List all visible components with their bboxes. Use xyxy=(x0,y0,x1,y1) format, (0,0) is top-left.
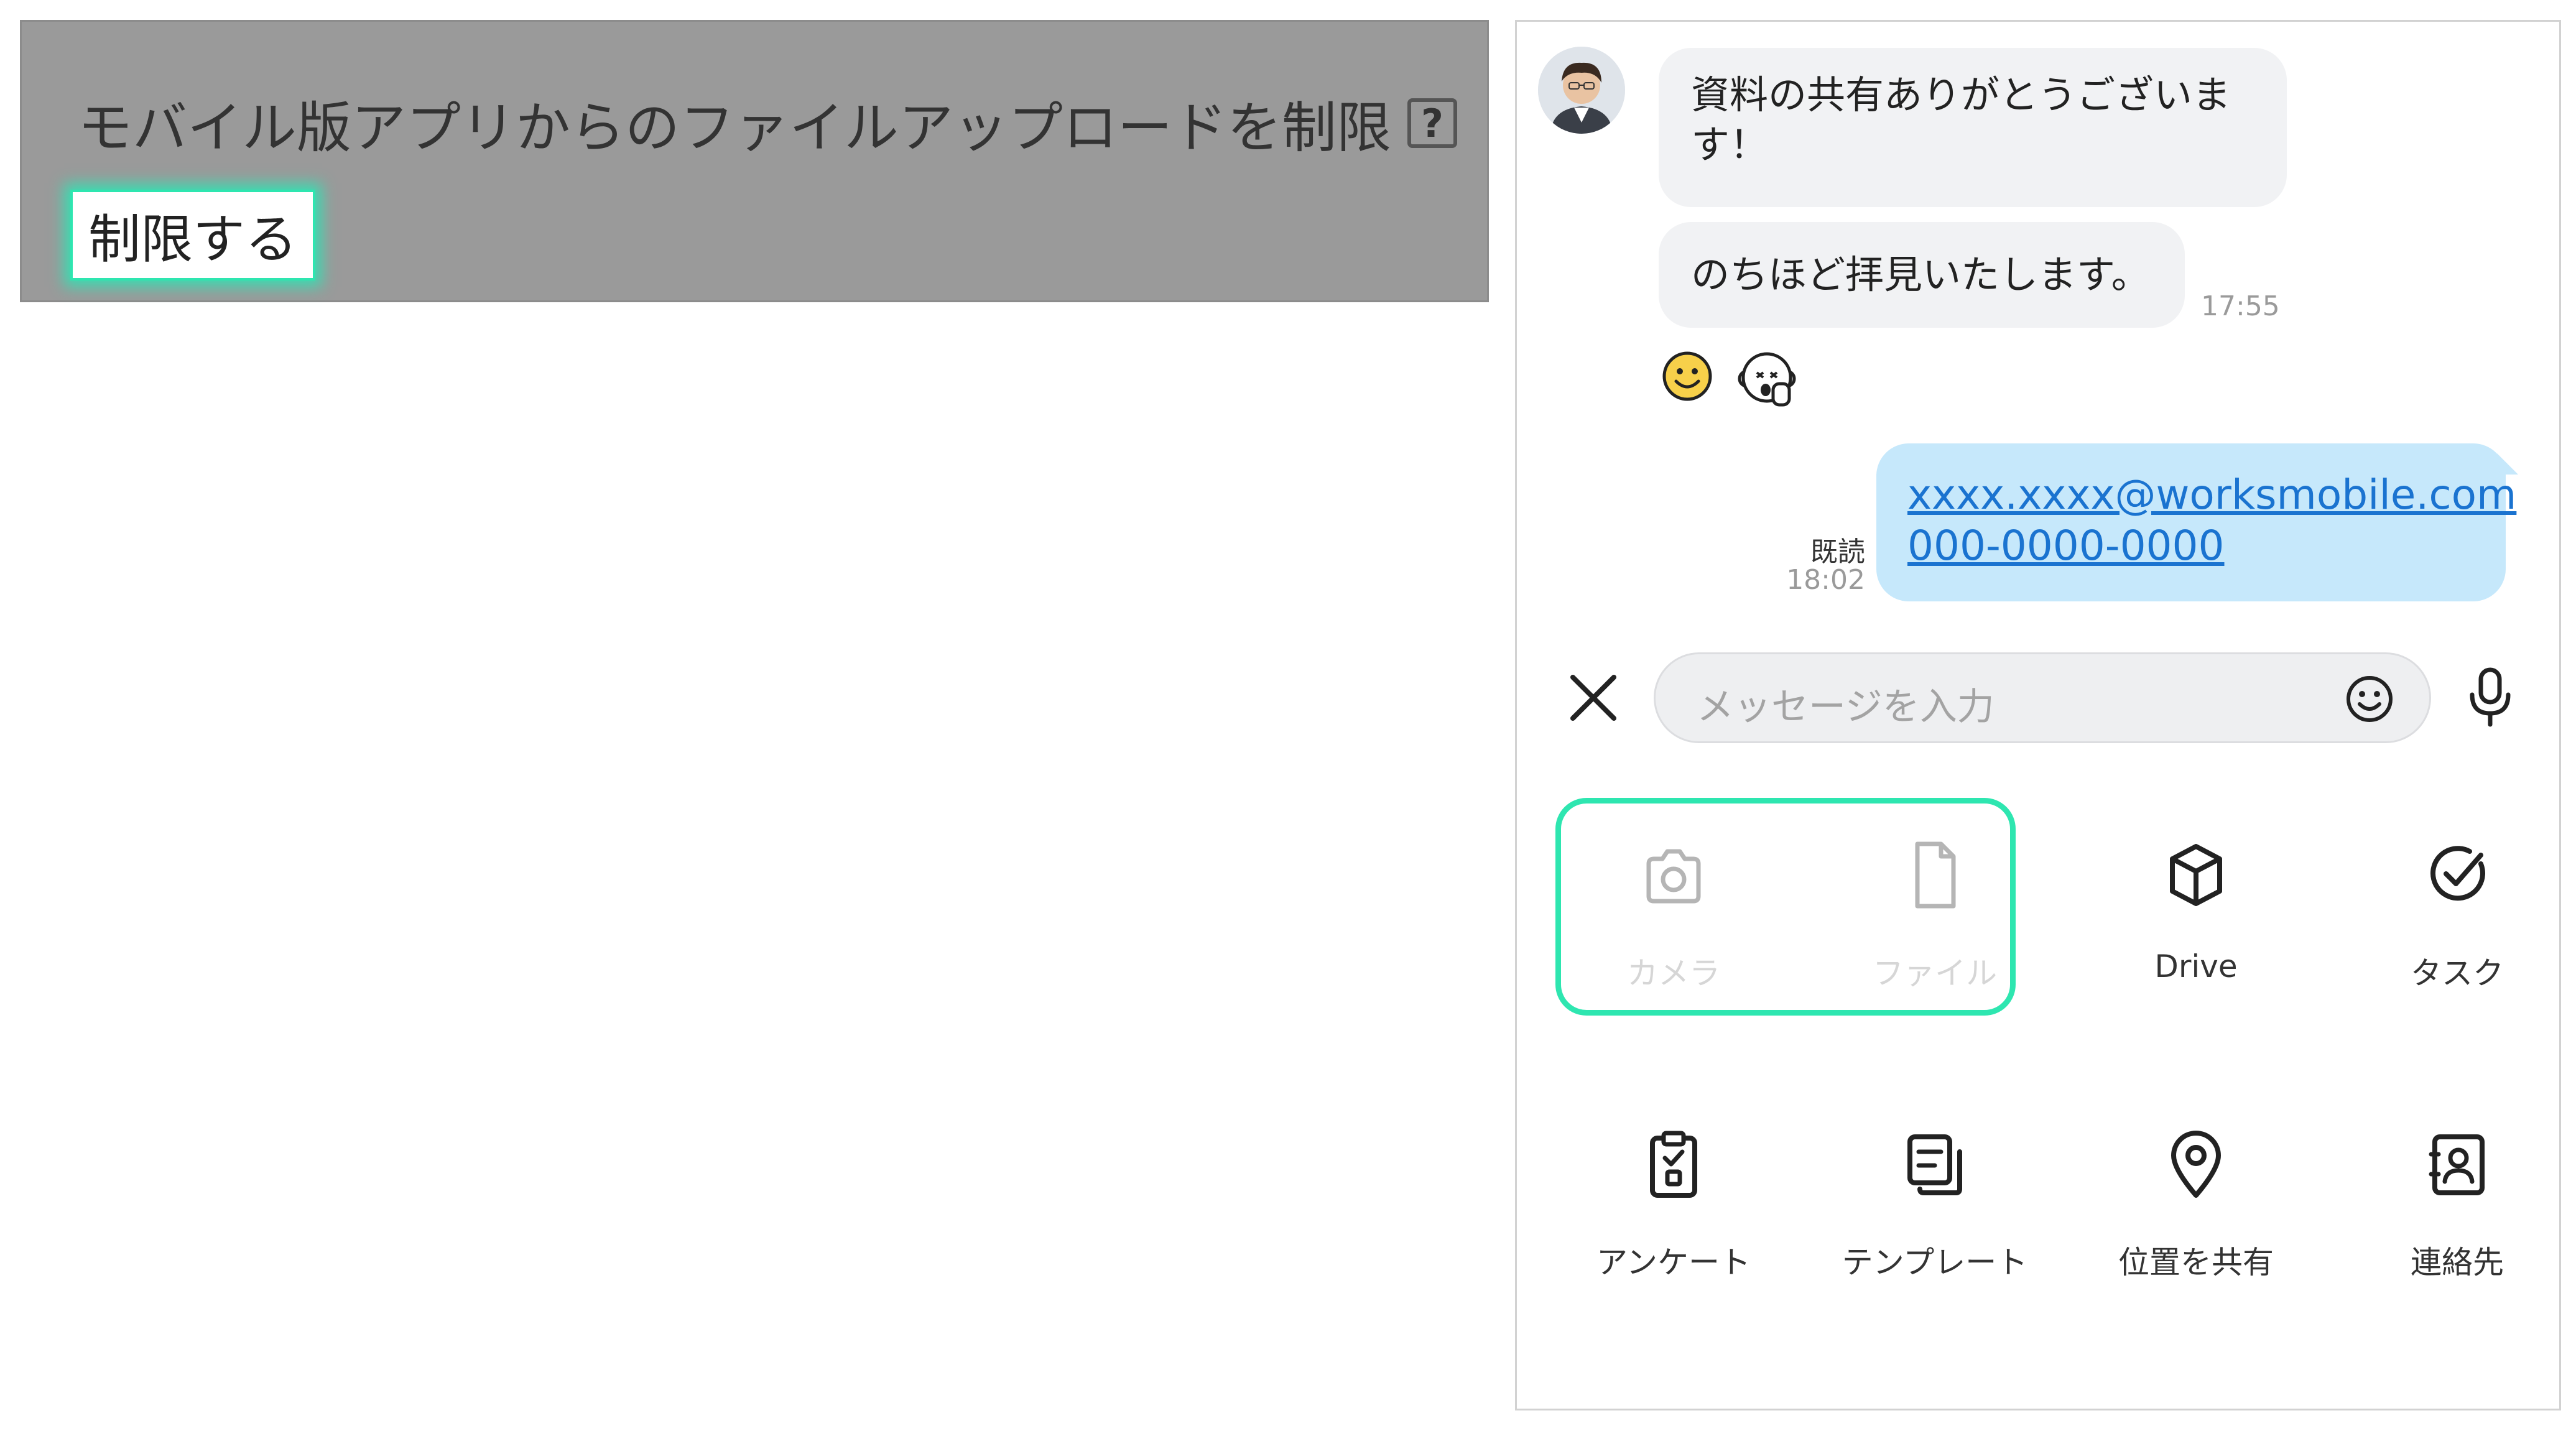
attach-label: タスク xyxy=(2411,955,2504,991)
attach-location[interactable]: 位置を共有 xyxy=(2096,1113,2296,1337)
contact-icon xyxy=(2426,1127,2488,1202)
drive-icon xyxy=(2165,838,2227,912)
template-icon xyxy=(1904,1127,1966,1202)
read-status: 既読 xyxy=(1810,536,1865,568)
admin-setting-panel: モバイル版アプリからのファイルアップロードを制限 ? 制限する xyxy=(20,20,1489,302)
incoming-message[interactable]: のちほど拝見いたします。 xyxy=(1659,222,2185,328)
help-icon[interactable]: ? xyxy=(1407,98,1458,148)
attach-contact[interactable]: 連絡先 xyxy=(2358,1113,2557,1337)
incoming-message[interactable]: 資料の共有ありがとうございます！ xyxy=(1659,48,2287,207)
attach-survey[interactable]: アンケート xyxy=(1574,1113,1773,1337)
survey-icon xyxy=(1642,1127,1705,1202)
smile-emoji-icon[interactable] xyxy=(1661,350,1713,402)
emoji-icon[interactable] xyxy=(2345,674,2394,724)
message-timestamp: 18:02 xyxy=(1786,564,1865,596)
close-icon[interactable] xyxy=(1567,671,1620,725)
email-link[interactable]: xxxx.xxxx@worksmobile.com xyxy=(1907,470,2516,521)
avatar[interactable] xyxy=(1538,47,1625,134)
restricted-items-highlight xyxy=(1555,798,2016,1016)
chat-screen: 資料の共有ありがとうございます！ のちほど拝見いたします。 17:55 xxxx… xyxy=(1515,20,2561,1410)
microphone-icon[interactable] xyxy=(2462,666,2518,728)
attach-template[interactable]: テンプレート xyxy=(1835,1113,2034,1337)
phone-link[interactable]: 000-0000-0000 xyxy=(1907,521,2475,572)
outgoing-message: xxxx.xxxx@worksmobile.com 000-0000-0000 xyxy=(1876,443,2516,601)
bubble-tail xyxy=(2497,453,2518,475)
message-input-placeholder: メッセージを入力 xyxy=(1697,685,1995,729)
attach-label: 位置を共有 xyxy=(2118,1244,2274,1280)
setting-title: モバイル版アプリからのファイルアップロードを制限 xyxy=(78,95,1392,160)
attach-label: テンプレート xyxy=(1842,1244,2028,1280)
attach-label: アンケート xyxy=(1596,1244,1751,1280)
message-timestamp: 17:55 xyxy=(2201,290,2280,322)
attach-label: Drive xyxy=(2154,948,2238,984)
location-icon xyxy=(2165,1127,2227,1202)
message-input[interactable]: メッセージを入力 xyxy=(1654,652,2431,743)
task-icon xyxy=(2426,838,2488,912)
attach-label: 連絡先 xyxy=(2411,1244,2504,1280)
setting-title-row: モバイル版アプリからのファイルアップロードを制限 ? xyxy=(78,76,1458,170)
attach-task[interactable]: タスク xyxy=(2358,824,2557,1048)
restrict-button[interactable]: 制限する xyxy=(70,190,315,280)
monkey-emoji-icon[interactable] xyxy=(1735,345,1799,410)
attach-drive[interactable]: Drive xyxy=(2096,824,2296,1048)
